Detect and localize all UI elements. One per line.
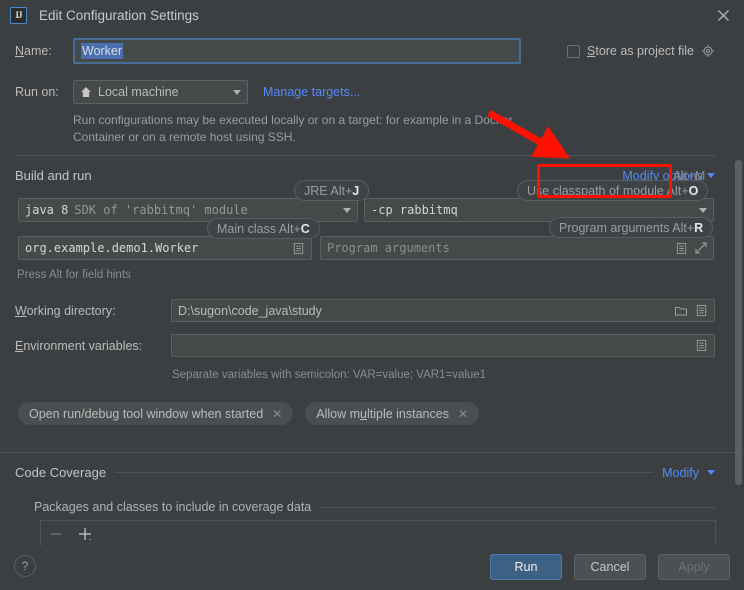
scrollbar-thumb[interactable] <box>735 160 742 485</box>
chip-label: Allow multiple instances <box>316 406 449 421</box>
store-as-project-file-label: Store as project file <box>587 44 695 58</box>
name-input[interactable]: Worker <box>73 38 521 64</box>
chevron-down-icon <box>699 207 707 213</box>
main-class-hint: Main class Alt+ C <box>207 218 320 239</box>
home-icon <box>80 86 92 98</box>
build-and-run-label: Build and run <box>15 168 92 183</box>
footer-buttons: Run Cancel Apply <box>490 554 730 580</box>
checkbox-box <box>567 44 580 58</box>
divider <box>319 506 716 508</box>
expand-glyph <box>695 242 707 254</box>
run-on-description: Run configurations may be executed local… <box>73 113 513 144</box>
press-alt-hint: Press Alt for field hints <box>17 269 131 281</box>
close-icon[interactable]: ✕ <box>458 407 468 421</box>
manage-targets-link[interactable]: Manage targets... <box>263 85 360 99</box>
chevron-down-icon[interactable] <box>707 470 715 475</box>
question-mark-icon: ? <box>21 559 29 573</box>
option-chips: Open run/debug tool window when started … <box>18 402 480 425</box>
footer-bar: ? Run Cancel Apply <box>0 546 744 590</box>
list-icon[interactable] <box>292 242 305 255</box>
main-class-input[interactable]: org.example.demo1.Worker <box>18 236 312 260</box>
program-arguments-hint: Program arguments Alt+ R <box>549 217 714 238</box>
main-class-value: org.example.demo1.Worker <box>25 241 199 255</box>
cancel-button[interactable]: Cancel <box>574 554 646 580</box>
list-glyph <box>696 304 707 317</box>
program-arguments-placeholder: Program arguments <box>327 241 450 255</box>
chip-label: Open run/debug tool window when started <box>29 406 264 421</box>
code-coverage-divider <box>0 452 744 453</box>
run-target-dropdown[interactable]: Local machine <box>73 80 248 104</box>
name-label: Name: <box>15 44 52 58</box>
close-icon[interactable]: ✕ <box>272 407 282 421</box>
working-directory-value: D:\sugon\code_java\study <box>178 303 322 318</box>
gear-glyph <box>702 45 714 57</box>
plus-glyph <box>79 528 91 541</box>
chip-open-run-debug-tool-window[interactable]: Open run/debug tool window when started … <box>18 402 294 425</box>
chip-allow-multiple-instances[interactable]: Allow multiple instances ✕ <box>305 402 480 425</box>
folder-icon[interactable] <box>674 304 688 318</box>
close-glyph <box>717 9 729 21</box>
close-icon[interactable] <box>712 4 734 26</box>
intellij-logo-icon: IJ <box>10 6 27 24</box>
code-coverage-modify-link[interactable]: Modify <box>662 466 699 480</box>
working-directory-input[interactable]: D:\sugon\code_java\study <box>171 299 715 322</box>
minus-glyph <box>51 533 61 535</box>
minus-icon <box>49 527 63 541</box>
window-title: Edit Configuration Settings <box>39 7 199 23</box>
jre-value-bold: java 8 <box>25 203 69 217</box>
program-arguments-input[interactable]: Program arguments <box>320 236 714 260</box>
store-as-project-file-checkbox[interactable]: Store as project file <box>567 44 715 58</box>
use-classpath-hint: Use classpath of module Alt+ O <box>517 180 709 201</box>
chevron-down-icon <box>343 207 351 213</box>
chevron-down-icon[interactable] <box>707 173 715 178</box>
run-button[interactable]: Run <box>490 554 562 580</box>
environment-variables-help: Separate variables with semicolon: VAR=v… <box>172 369 487 381</box>
chevron-down-icon <box>233 89 241 95</box>
gear-icon[interactable] <box>701 44 715 58</box>
classpath-value: -cp rabbitmq <box>371 203 458 217</box>
apply-button: Apply <box>658 554 730 580</box>
working-directory-label: Working directory: <box>15 303 116 318</box>
list-glyph <box>696 339 707 352</box>
vertical-scrollbar[interactable] <box>735 160 742 490</box>
edit-configuration-dialog: IJ Edit Configuration Settings Name: Wor… <box>0 0 744 590</box>
home-glyph <box>81 87 91 97</box>
plus-icon[interactable] <box>77 526 93 542</box>
list-glyph <box>293 242 304 254</box>
environment-variables-row: Environment variables: <box>15 334 715 357</box>
list-icon[interactable] <box>695 339 708 352</box>
environment-variables-label: Environment variables: <box>15 338 143 353</box>
list-icon[interactable] <box>695 304 708 317</box>
packages-and-classes-section: Packages and classes to include in cover… <box>34 500 716 514</box>
packages-label: Packages and classes to include in cover… <box>34 500 312 514</box>
jre-hint: JRE Alt+ J <box>294 180 370 201</box>
coverage-patterns-table[interactable] <box>40 520 716 548</box>
list-icon[interactable] <box>675 242 688 255</box>
run-on-label: Run on: <box>15 85 59 99</box>
run-target-value: Local machine <box>98 85 179 99</box>
help-button[interactable]: ? <box>14 555 36 577</box>
working-directory-row: Working directory: D:\sugon\code_java\st… <box>15 299 715 322</box>
folder-glyph <box>675 306 687 315</box>
environment-variables-input[interactable] <box>171 334 715 357</box>
code-coverage-label: Code Coverage <box>15 465 107 480</box>
section-divider <box>15 155 715 156</box>
name-row: Name: Worker Store as project file <box>15 38 729 64</box>
divider <box>114 472 655 473</box>
list-glyph <box>676 242 687 254</box>
jre-value-rest: SDK of 'rabbitmq' module <box>74 203 248 217</box>
expand-icon[interactable] <box>695 242 707 254</box>
name-input-value: Worker <box>81 43 124 59</box>
title-bar: IJ Edit Configuration Settings <box>0 0 744 30</box>
run-on-row: Run on: Local machine Manage targets... <box>15 80 360 104</box>
logo-text: IJ <box>15 10 22 20</box>
code-coverage-section: Code Coverage Modify <box>15 465 715 480</box>
